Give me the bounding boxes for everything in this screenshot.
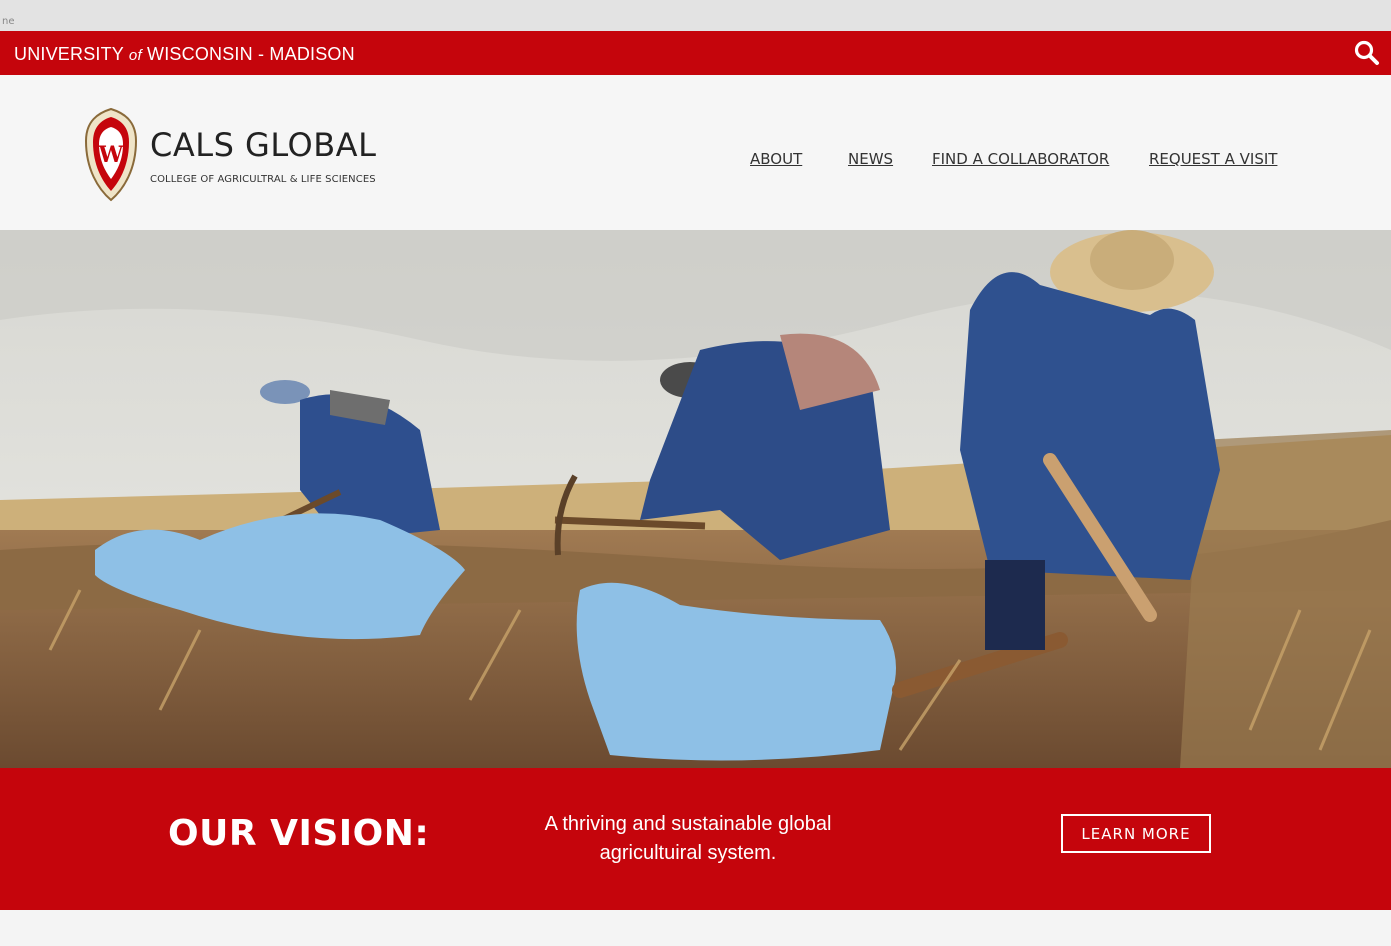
site-header: W CALS GLOBAL COLLEGE OF AGRICULTRAL & L… xyxy=(0,75,1391,230)
vision-heading: OUR VISION: xyxy=(168,813,430,854)
university-name-link[interactable]: UNIVERSITY of WISCONSIN - MADISON xyxy=(14,44,355,65)
browser-chrome: ne xyxy=(0,0,1391,31)
nav-item-request-a-visit[interactable]: REQUEST A VISIT xyxy=(1149,150,1277,168)
nav-item-news[interactable]: NEWS xyxy=(848,150,893,168)
hero-photo-illustration xyxy=(0,230,1391,768)
vision-banner: OUR VISION: A thriving and sustainable g… xyxy=(0,768,1391,910)
vision-statement: A thriving and sustainable global agricu… xyxy=(544,813,832,864)
site-title[interactable]: CALS GLOBAL xyxy=(150,126,376,164)
learn-more-button[interactable]: LEARN MORE xyxy=(1061,814,1211,853)
hero-image xyxy=(0,230,1391,768)
browser-tab-fragment: ne xyxy=(2,16,15,27)
nav-item-find-a-collaborator[interactable]: FIND A COLLABORATOR xyxy=(932,150,1109,168)
crest-letter: W xyxy=(98,142,124,168)
site-subtitle: COLLEGE OF AGRICULTRAL & LIFE SCIENCES xyxy=(150,174,376,185)
nav-item-about[interactable]: ABOUT xyxy=(750,150,802,168)
search-button[interactable] xyxy=(1353,39,1381,67)
logo-link[interactable]: W xyxy=(84,107,138,202)
university-topbar: UNIVERSITY of WISCONSIN - MADISON xyxy=(0,31,1391,75)
uw-crest-icon: W xyxy=(84,107,138,202)
search-icon xyxy=(1354,40,1379,65)
